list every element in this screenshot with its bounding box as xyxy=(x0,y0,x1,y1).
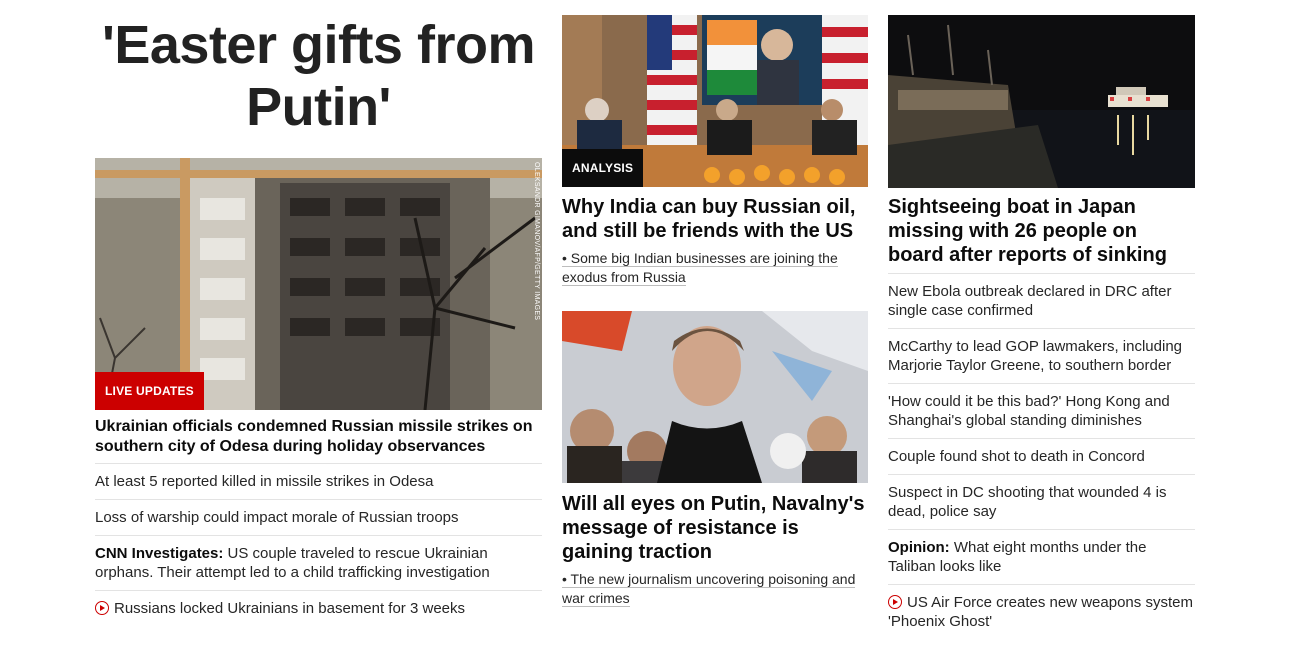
navalny-story-title[interactable]: Will all eyes on Putin, Navalny's messag… xyxy=(562,492,868,564)
navalny-sublink[interactable]: • The new journalism uncovering poisonin… xyxy=(562,570,868,608)
right-column: Sightseeing boat in Japan missing with 2… xyxy=(888,0,1195,639)
list-item[interactable]: Russians locked Ukrainians in basement f… xyxy=(95,590,542,626)
photo-credit: OLEKSANDR GIMANOV/AFP/GETTY IMAGES xyxy=(533,162,540,321)
link-text[interactable]: McCarthy to lead GOP lawmakers, includin… xyxy=(888,338,1182,374)
lead-column: 'Easter gifts from Putin' OLEKSANDR GIMA… xyxy=(95,0,542,626)
link-text[interactable]: New Ebola outbreak declared in DRC after… xyxy=(888,283,1171,319)
middle-column: ANALYSIS Why India can buy Russian oil, … xyxy=(562,0,868,608)
list-item[interactable]: US Air Force creates new weapons system … xyxy=(888,584,1195,639)
link-text[interactable]: Loss of warship could impact morale of R… xyxy=(95,509,459,526)
list-item[interactable]: McCarthy to lead GOP lawmakers, includin… xyxy=(888,328,1195,383)
japan-story-title[interactable]: Sightseeing boat in Japan missing with 2… xyxy=(888,195,1195,267)
list-item[interactable]: Couple found shot to death in Concord xyxy=(888,438,1195,474)
link-text[interactable]: 'How could it be this bad?' Hong Kong an… xyxy=(888,393,1170,429)
link-text[interactable]: Russians locked Ukrainians in basement f… xyxy=(114,600,465,617)
play-circle-icon xyxy=(95,601,109,615)
link-prefix[interactable]: Opinion: xyxy=(888,539,950,556)
list-item[interactable]: CNN Investigates: US couple traveled to … xyxy=(95,535,542,590)
live-updates-badge[interactable]: LIVE UPDATES xyxy=(95,372,204,410)
india-sublink-text[interactable]: • Some big Indian businesses are joining… xyxy=(562,250,838,286)
list-item[interactable]: 'How could it be this bad?' Hong Kong an… xyxy=(888,383,1195,438)
lead-related-links: At least 5 reported killed in missile st… xyxy=(95,463,542,626)
play-circle-icon xyxy=(888,595,902,609)
japan-boat-image[interactable] xyxy=(888,15,1195,188)
right-headlines-list: New Ebola outbreak declared in DRC after… xyxy=(888,273,1195,639)
list-item[interactable]: Suspect in DC shooting that wounded 4 is… xyxy=(888,474,1195,529)
big-headline-line2[interactable]: Putin' xyxy=(95,76,542,138)
link-text[interactable]: US Air Force creates new weapons system … xyxy=(888,594,1193,630)
link-text[interactable]: Suspect in DC shooting that wounded 4 is… xyxy=(888,484,1167,520)
analysis-badge[interactable]: ANALYSIS xyxy=(562,149,644,187)
link-prefix[interactable]: CNN Investigates: xyxy=(95,545,223,562)
link-text[interactable]: At least 5 reported killed in missile st… xyxy=(95,473,433,490)
india-sublink[interactable]: • Some big Indian businesses are joining… xyxy=(562,249,868,287)
link-text[interactable]: Couple found shot to death in Concord xyxy=(888,448,1145,465)
odesa-building-image[interactable]: OLEKSANDR GIMANOV/AFP/GETTY IMAGES LIVE … xyxy=(95,158,542,410)
navalny-image[interactable] xyxy=(562,311,868,483)
list-item[interactable]: New Ebola outbreak declared in DRC after… xyxy=(888,273,1195,328)
india-meeting-image[interactable]: ANALYSIS xyxy=(562,15,868,187)
navalny-sublink-text[interactable]: • The new journalism uncovering poisonin… xyxy=(562,571,856,607)
big-headline-line1[interactable]: 'Easter gifts from xyxy=(95,14,542,76)
list-item[interactable]: Loss of warship could impact morale of R… xyxy=(95,499,542,535)
india-story-title[interactable]: Why India can buy Russian oil, and still… xyxy=(562,195,868,243)
list-item[interactable]: At least 5 reported killed in missile st… xyxy=(95,463,542,499)
list-item[interactable]: Opinion: What eight months under the Tal… xyxy=(888,529,1195,584)
lead-story-title[interactable]: Ukrainian officials condemned Russian mi… xyxy=(95,417,542,457)
big-headline[interactable]: 'Easter gifts from Putin' xyxy=(95,14,542,138)
